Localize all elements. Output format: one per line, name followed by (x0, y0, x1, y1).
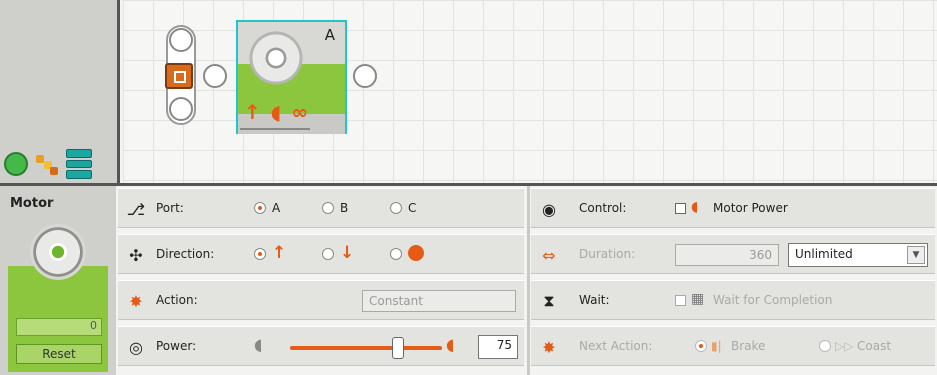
block-port-label: A (324, 26, 335, 44)
custom-palette-tab-icon[interactable] (66, 149, 92, 180)
power-icon: ◖ (270, 100, 282, 124)
port-a-label: A (272, 201, 281, 215)
direction-icon: ✣ (129, 245, 143, 265)
wait-row: ⧗ Wait: ▦ Wait for Completion (531, 280, 935, 320)
arrow-down-icon: ↓ (340, 243, 355, 263)
brake-label: Brake (731, 339, 766, 353)
next-action-icon: ✸ (542, 337, 556, 357)
duration-value-input[interactable]: 360 (675, 244, 779, 266)
port-c-label: C (408, 201, 417, 215)
coast-icon: ▷▷ (835, 339, 854, 353)
unlimited-icon: ∞ (291, 100, 308, 124)
port-row: ⎇ Port: A B C (118, 188, 524, 228)
direction-forward-radio[interactable] (254, 248, 266, 260)
high-power-icon: ◖ (446, 335, 455, 354)
control-row: ◉ Control: ◖ Motor Power (531, 188, 935, 228)
coast-radio[interactable] (819, 340, 831, 352)
checkered-flag-icon: ▦ (691, 291, 705, 307)
port-b-radio[interactable] (322, 202, 334, 214)
block-output-ring (353, 64, 377, 88)
palette-panel (0, 0, 120, 183)
start-point-icon[interactable] (165, 63, 193, 89)
motor-summary: Motor 0 Reset (0, 186, 116, 375)
rotation-counter: 0 (16, 318, 102, 336)
common-palette-tab-icon[interactable] (4, 152, 28, 176)
brake-icon: ▮| (711, 339, 722, 353)
port-c-radio[interactable] (390, 202, 402, 214)
control-checkbox[interactable] (675, 203, 686, 214)
control-checkbox-label: Motor Power (713, 201, 788, 215)
low-power-icon: ◖ (254, 335, 263, 354)
direction-forward-icon: ↑ (244, 100, 261, 124)
complete-palette-tab-icon[interactable] (34, 151, 60, 177)
eye-icon: ◉ (542, 199, 556, 219)
motor-gear-icon (246, 28, 306, 88)
port-a-radio[interactable] (254, 202, 266, 214)
beam-top-ring (169, 28, 193, 52)
brake-radio[interactable] (695, 340, 707, 352)
direction-stop-radio[interactable] (390, 248, 402, 260)
palette-tabs (4, 149, 92, 180)
coast-label: Coast (857, 339, 892, 353)
reset-button[interactable]: Reset (16, 344, 102, 364)
port-icon: ⎇ (126, 199, 146, 219)
motor-block[interactable]: A ↑ ◖ ∞ (236, 20, 347, 134)
power-slider-knob[interactable] (392, 337, 404, 359)
power-value-input[interactable]: 75 (478, 335, 518, 359)
duration-row: ⇔ Duration: 360 Unlimited ▼ (531, 234, 935, 274)
direction-row: ✣ Direction: ↑ ↓ (118, 234, 524, 274)
hourglass-icon: ⧗ (543, 291, 555, 310)
action-icon: ✸ (129, 291, 143, 311)
direction-backward-radio[interactable] (322, 248, 334, 260)
chevron-down-icon[interactable]: ▼ (907, 246, 925, 264)
port-b-label: B (340, 201, 349, 215)
wait-checkbox-label: Wait for Completion (713, 293, 833, 307)
stop-icon (408, 245, 424, 261)
beam-bottom-ring (169, 97, 193, 121)
power-row-icon: ◎ (129, 337, 143, 357)
block-type-title: Motor (10, 196, 54, 211)
motor-power-icon: ◖ (691, 199, 699, 215)
sequence-wire-ring (203, 64, 227, 88)
power-row: ◎ Power: ◖ ◖ 75 (118, 326, 524, 366)
action-row: ✸ Action: Constant (118, 280, 524, 320)
motor-gear-icon (30, 224, 86, 280)
config-panel: Motor 0 Reset ⎇ Port: A B C ✣ Direction:… (0, 183, 937, 375)
wait-checkbox[interactable] (675, 295, 686, 306)
block-status-icons: ↑ ◖ ∞ (244, 100, 308, 124)
program-canvas[interactable]: A ↑ ◖ ∞ (123, 0, 937, 183)
duration-icon: ⇔ (542, 245, 556, 265)
column-divider (527, 186, 530, 375)
duration-unit-select[interactable]: Unlimited ▼ (788, 243, 928, 267)
arrow-up-icon: ↑ (272, 243, 287, 263)
action-dropdown[interactable]: Constant (362, 290, 516, 312)
next-action-row: ✸ Next Action: ▮| Brake ▷▷ Coast (531, 326, 935, 366)
power-slider[interactable] (290, 346, 442, 350)
